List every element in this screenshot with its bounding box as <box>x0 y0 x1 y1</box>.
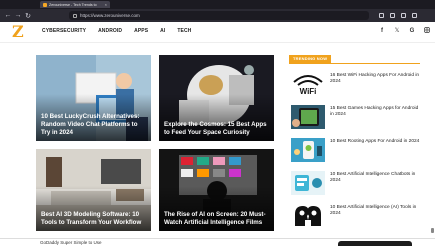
rooting-illustration-icon <box>291 138 325 162</box>
trending-label: TRENDING NOW <box>289 55 332 63</box>
trending-item[interactable]: 15 Best Games Hacking Apps for Android i… <box>291 105 421 129</box>
trending-item[interactable]: WiFi 16 Best WiFi Hacking Apps For Andro… <box>291 72 421 96</box>
site-favicon-icon <box>43 2 47 7</box>
nav-tech[interactable]: TECH <box>177 28 191 34</box>
x-icon[interactable]: 𝕏 <box>394 27 400 36</box>
site-header: Z CYBERSECURITY ANDROID APPS AI TECH f 𝕏… <box>0 22 435 43</box>
forward-arrow-icon[interactable]: → <box>13 12 23 19</box>
chatbot-illustration-icon <box>291 171 325 195</box>
ad-cta-button[interactable] <box>338 241 412 246</box>
nav-cybersecurity[interactable]: CYBERSECURITY <box>42 28 86 34</box>
trending-item[interactable]: 10 Best Rooting Apps For Android in 2024 <box>291 138 421 162</box>
article-card[interactable]: The Rise of AI on Screen: 20 Must-Watch … <box>159 149 274 231</box>
google-icon[interactable]: G <box>409 27 415 36</box>
article-card[interactable]: 10 Best LuckyCrush Alternatives: Random … <box>36 55 151 141</box>
article-title[interactable]: Best AI 3D Modeling Software: 10 Tools t… <box>41 211 145 227</box>
trending-item[interactable]: 10 Best Artificial Intelligence Chatbots… <box>291 171 421 195</box>
instagram-icon[interactable] <box>424 27 430 36</box>
browser-tab-bar: Zerouniverse - Tech Trends to × <box>0 0 435 9</box>
svg-text:WiFi: WiFi <box>300 87 317 96</box>
tab-title: Zerouniverse - Tech Trends to <box>49 2 97 7</box>
pocket-icon[interactable] <box>379 13 384 18</box>
social-links: f 𝕏 G <box>379 27 430 36</box>
nav-ai[interactable]: AI <box>160 28 165 34</box>
back-arrow-icon[interactable]: ← <box>3 12 13 19</box>
browser-tab[interactable]: Zerouniverse - Tech Trends to × <box>40 1 110 8</box>
nav-android[interactable]: ANDROID <box>98 28 122 34</box>
article-card[interactable]: Best AI 3D Modeling Software: 10 Tools t… <box>36 149 151 231</box>
close-tab-icon[interactable]: × <box>105 2 107 7</box>
lock-icon <box>73 13 77 18</box>
trending-header: TRENDING NOW <box>289 55 420 64</box>
ad-text[interactable]: GoDaddy Super Simple to Use <box>40 240 102 245</box>
facebook-icon[interactable]: f <box>379 27 385 36</box>
article-title[interactable]: The Rise of AI on Screen: 20 Must-Watch … <box>164 211 268 227</box>
reload-icon[interactable]: ↻ <box>23 12 33 20</box>
trending-title[interactable]: 10 Best Artificial Intelligence (AI) Too… <box>330 205 420 217</box>
main-nav: CYBERSECURITY ANDROID APPS AI TECH <box>42 28 191 34</box>
article-title[interactable]: Explore the Cosmos: 15 Best Apps to Feed… <box>164 121 268 137</box>
site-logo[interactable]: Z <box>12 24 24 40</box>
article-card[interactable]: Explore the Cosmos: 15 Best Apps to Feed… <box>159 55 274 141</box>
trending-title[interactable]: 15 Best Games Hacking Apps for Android i… <box>330 106 420 118</box>
menu-icon[interactable] <box>412 13 417 18</box>
trending-title[interactable]: 10 Best Rooting Apps For Android in 2024 <box>330 139 420 145</box>
trending-title[interactable]: 16 Best WiFi Hacking Apps For Android in… <box>330 73 420 85</box>
scrollbar-thumb[interactable] <box>431 228 434 233</box>
phone-game-icon <box>291 105 325 129</box>
ai-heads-icon <box>291 204 325 228</box>
article-title[interactable]: 10 Best LuckyCrush Alternatives: Random … <box>41 113 145 137</box>
nav-apps[interactable]: APPS <box>134 28 148 34</box>
extensions-icon[interactable] <box>390 13 395 18</box>
url-text: https://www.zerouniverse.com <box>80 13 140 18</box>
wifi-logo-icon: WiFi <box>291 72 325 96</box>
trending-title[interactable]: 10 Best Artificial Intelligence Chatbots… <box>330 172 420 184</box>
address-bar[interactable]: https://www.zerouniverse.com <box>69 11 369 20</box>
browser-toolbar: ← → ↻ https://www.zerouniverse.com <box>0 9 435 22</box>
account-icon[interactable] <box>401 13 406 18</box>
trending-item[interactable]: 10 Best Artificial Intelligence (AI) Too… <box>291 204 421 228</box>
